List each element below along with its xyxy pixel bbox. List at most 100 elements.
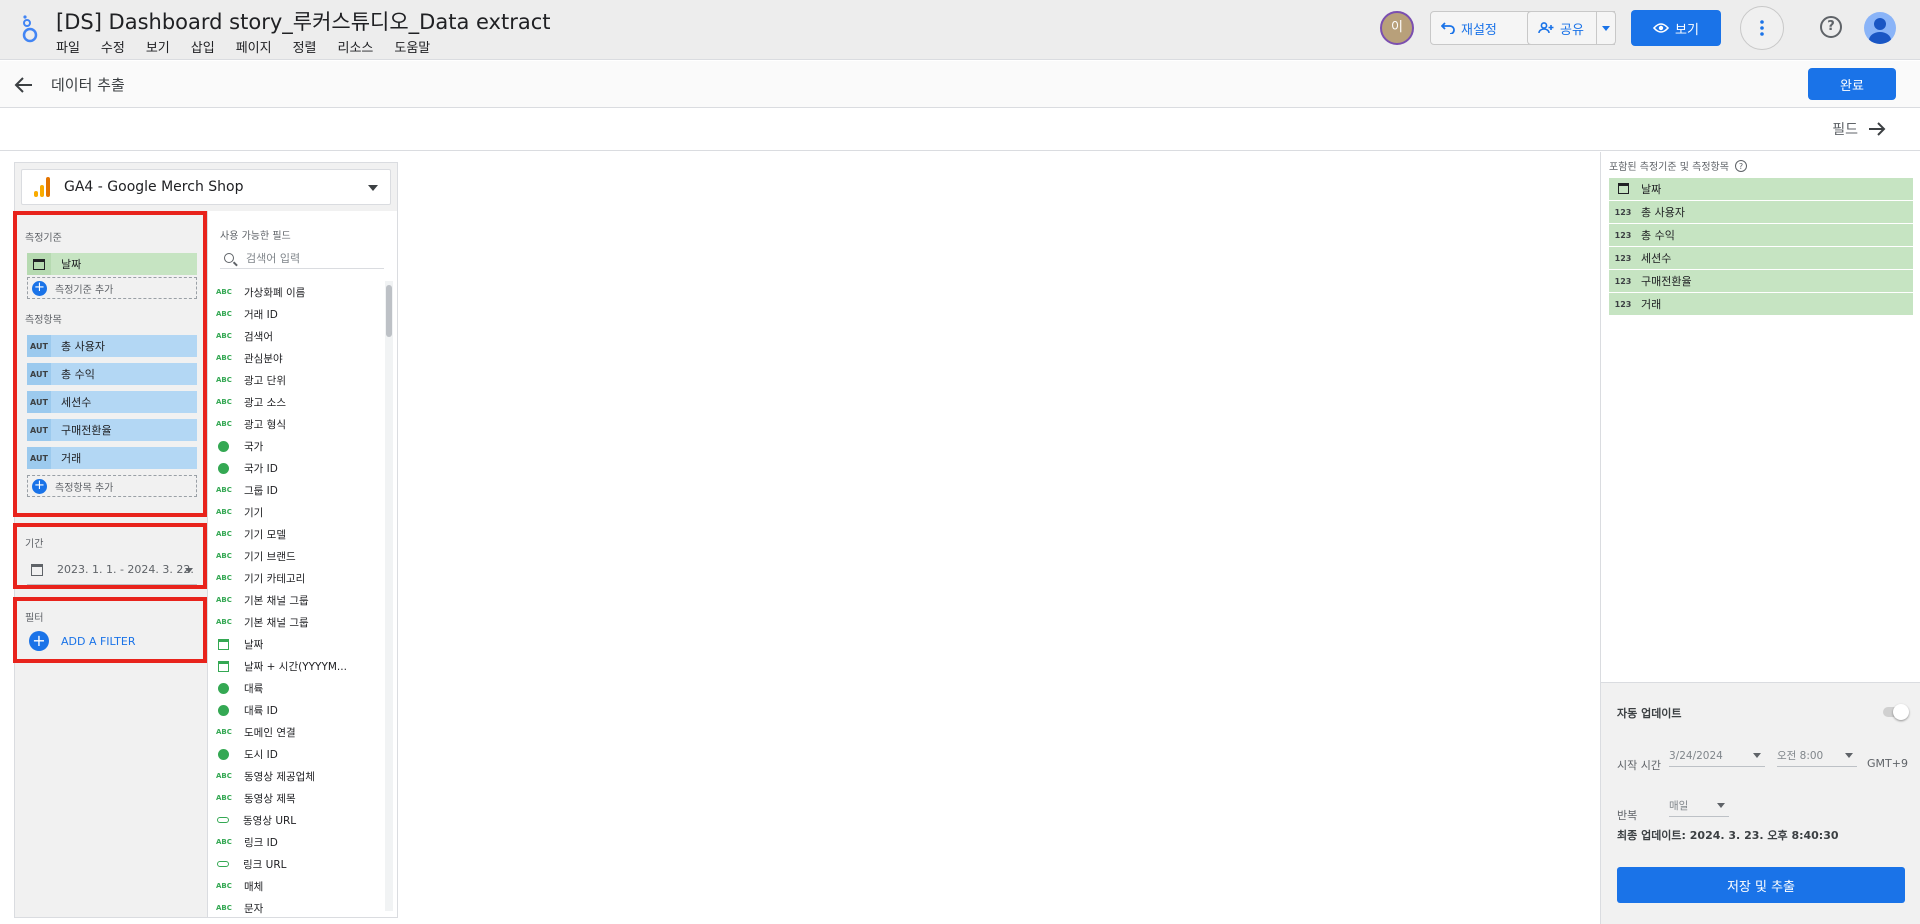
data-extract-header: 데이터 추출 완료 <box>0 61 1920 108</box>
dimension-chip[interactable]: 날짜 <box>27 253 197 275</box>
available-field-label: 도시 ID <box>244 748 278 761</box>
available-field-item[interactable]: 대륙 <box>216 677 384 699</box>
available-field-item[interactable]: ABC 검색어 <box>216 325 384 347</box>
menu-file[interactable]: 파일 <box>56 37 80 56</box>
field-panel-toggle[interactable]: 필드 <box>1832 119 1886 139</box>
available-field-item[interactable]: 도시 ID <box>216 743 384 765</box>
share-dropdown-button[interactable] <box>1596 11 1616 45</box>
text-type-icon: ABC <box>216 794 232 802</box>
more-vert-icon <box>1760 20 1764 36</box>
available-field-item[interactable]: 국가 <box>216 435 384 457</box>
text-type-icon: ABC <box>216 904 232 912</box>
menu-resource[interactable]: 리소스 <box>338 37 374 56</box>
available-field-item[interactable]: ABC 가상화폐 이름 <box>216 281 384 303</box>
menu-arrange[interactable]: 정렬 <box>293 37 317 56</box>
document-title[interactable]: [DS] Dashboard story_루커스튜디오_Data extract <box>56 6 550 36</box>
scrollbar-thumb[interactable] <box>386 285 392 337</box>
available-field-item[interactable]: ABC 광고 형식 <box>216 413 384 435</box>
available-field-label: 거래 ID <box>244 308 278 321</box>
add-filter-button[interactable]: + ADD A FILTER <box>29 631 135 651</box>
eye-icon <box>1653 23 1670 33</box>
available-field-item[interactable]: 동영상 URL <box>216 809 384 831</box>
metric-chip[interactable]: AUT 총 수익 <box>27 363 197 385</box>
included-field-chip[interactable]: 123 총 수익 <box>1609 224 1913 246</box>
view-button[interactable]: 보기 <box>1631 10 1721 46</box>
metric-chip[interactable]: AUT 총 사용자 <box>27 335 197 357</box>
available-field-item[interactable]: ABC 도메인 연결 <box>216 721 384 743</box>
repeat-select[interactable]: 매일 <box>1669 795 1729 817</box>
available-field-item[interactable]: ABC 동영상 제목 <box>216 787 384 809</box>
help-icon[interactable]: ? <box>1820 16 1842 38</box>
available-field-item[interactable]: ABC 관심분야 <box>216 347 384 369</box>
available-field-item[interactable]: ABC 기기 카테고리 <box>216 567 384 589</box>
available-field-item[interactable]: ABC 동영상 제공업체 <box>216 765 384 787</box>
available-field-item[interactable]: ABC 문자 <box>216 897 384 919</box>
metric-section-label: 측정항목 <box>25 315 62 326</box>
calendar-icon <box>1613 182 1633 196</box>
collaborator-avatar[interactable]: 이 <box>1380 11 1414 45</box>
looker-studio-logo-icon[interactable] <box>18 14 42 44</box>
start-clock-select[interactable]: 오전 8:00 <box>1777 745 1857 767</box>
included-field-chip[interactable]: 날짜 <box>1609 178 1913 200</box>
included-field-label: 총 사용자 <box>1641 206 1685 219</box>
included-field-chip[interactable]: 123 총 사용자 <box>1609 201 1913 223</box>
calendar-icon <box>27 253 51 275</box>
date-range-picker[interactable]: 2023. 1. 1. - 2024. 3. 22. <box>27 555 197 585</box>
menu-help[interactable]: 도움말 <box>394 37 430 56</box>
reset-label: 재설정 <box>1461 22 1497 38</box>
menu-edit[interactable]: 수정 <box>101 37 125 56</box>
available-field-label: 링크 ID <box>244 836 278 849</box>
included-field-chip[interactable]: 123 구매전환율 <box>1609 270 1913 292</box>
included-field-chip[interactable]: 123 거래 <box>1609 293 1913 315</box>
available-field-item[interactable]: 대륙 ID <box>216 699 384 721</box>
field-search-input[interactable]: 검색어 입력 <box>220 247 384 269</box>
back-arrow-icon[interactable] <box>14 75 34 95</box>
available-field-item[interactable]: ABC 그룹 ID <box>216 479 384 501</box>
available-field-item[interactable]: 링크 URL <box>216 853 384 875</box>
menu-view[interactable]: 보기 <box>146 37 170 56</box>
add-icon: + <box>32 478 47 494</box>
metric-chip[interactable]: AUT 거래 <box>27 447 197 469</box>
text-type-icon: ABC <box>216 772 232 780</box>
text-type-icon: ABC <box>216 728 232 736</box>
top-bar: [DS] Dashboard story_루커스튜디오_Data extract… <box>0 0 1920 60</box>
start-clock-value: 오전 8:00 <box>1777 750 1824 762</box>
add-metric-button[interactable]: + 측정항목 추가 <box>27 475 197 497</box>
available-field-item[interactable]: ABC 기본 채널 그룹 <box>216 589 384 611</box>
help-circle-icon[interactable]: ? <box>1734 159 1747 172</box>
add-dimension-button[interactable]: + 측정기준 추가 <box>27 277 197 299</box>
available-field-item[interactable]: ABC 기본 채널 그룹 <box>216 611 384 633</box>
save-and-extract-button[interactable]: 저장 및 추출 <box>1617 867 1905 903</box>
metric-chip[interactable]: AUT 구매전환율 <box>27 419 197 441</box>
reset-button[interactable]: 재설정 <box>1430 11 1536 45</box>
metric-badge: AUT <box>27 419 51 441</box>
calendar-icon <box>31 563 43 576</box>
available-field-item[interactable]: 날짜 <box>216 633 384 655</box>
field-list-scrollbar[interactable] <box>385 281 393 911</box>
menu-page[interactable]: 페이지 <box>236 37 272 56</box>
add-icon: + <box>29 631 49 651</box>
metric-chip[interactable]: AUT 세션수 <box>27 391 197 413</box>
account-avatar-icon[interactable] <box>1864 12 1896 44</box>
start-date-select[interactable]: 3/24/2024 <box>1669 745 1765 767</box>
available-field-list: ABC 가상화폐 이름 ABC 거래 ID ABC 검색어 ABC 관심분야 ABC 광고 단위 A… <box>216 281 384 919</box>
included-field-chip[interactable]: 123 세션수 <box>1609 247 1913 269</box>
available-field-item[interactable]: ABC 광고 소스 <box>216 391 384 413</box>
more-options-button[interactable] <box>1740 6 1784 50</box>
available-field-item[interactable]: ABC 기기 모델 <box>216 523 384 545</box>
filter-section-label: 필터 <box>25 613 44 624</box>
available-field-label: 관심분야 <box>244 352 283 365</box>
available-field-label: 검색어 <box>244 330 273 343</box>
data-source-select[interactable]: GA4 - Google Merch Shop <box>21 169 391 205</box>
available-field-item[interactable]: 국가 ID <box>216 457 384 479</box>
available-field-item[interactable]: ABC 광고 단위 <box>216 369 384 391</box>
done-button[interactable]: 완료 <box>1808 68 1896 100</box>
auto-update-toggle[interactable] <box>1883 704 1909 720</box>
menu-insert[interactable]: 삽입 <box>191 37 215 56</box>
available-field-item[interactable]: ABC 링크 ID <box>216 831 384 853</box>
available-field-item[interactable]: ABC 매체 <box>216 875 384 897</box>
available-field-item[interactable]: ABC 기기 <box>216 501 384 523</box>
available-field-item[interactable]: ABC 거래 ID <box>216 303 384 325</box>
available-field-item[interactable]: ABC 기기 브랜드 <box>216 545 384 567</box>
available-field-item[interactable]: 날짜 + 시간(YYYYM... <box>216 655 384 677</box>
